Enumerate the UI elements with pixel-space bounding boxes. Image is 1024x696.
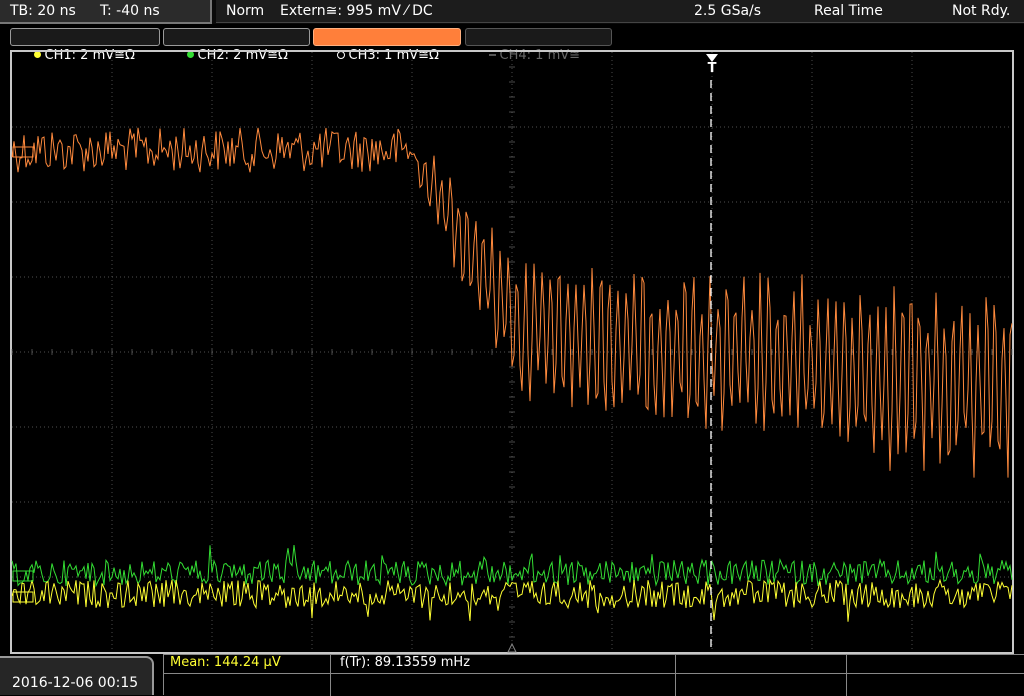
- frequency-measurement: f(Tr): 89.13559 mHz: [340, 655, 471, 670]
- mean-measurement: Mean: 144.24 µV: [170, 655, 281, 670]
- date-box: 2016-12-06 00:15: [0, 656, 154, 695]
- datetime-label: 2016-12-06 00:15: [12, 675, 139, 691]
- measurement-panel[interactable]: Mean: 144.24 µV f(Tr): 89.13559 mHz: [163, 654, 1024, 696]
- channel-2-level-marker-icon: [12, 570, 34, 582]
- channel-2-trace: [11, 544, 1013, 588]
- waveform-svg: [11, 51, 1013, 653]
- channel-1-level-marker-icon: [12, 591, 34, 603]
- trigger-marker-icon[interactable]: T: [705, 52, 719, 80]
- trigger-marker-label: T: [707, 61, 717, 76]
